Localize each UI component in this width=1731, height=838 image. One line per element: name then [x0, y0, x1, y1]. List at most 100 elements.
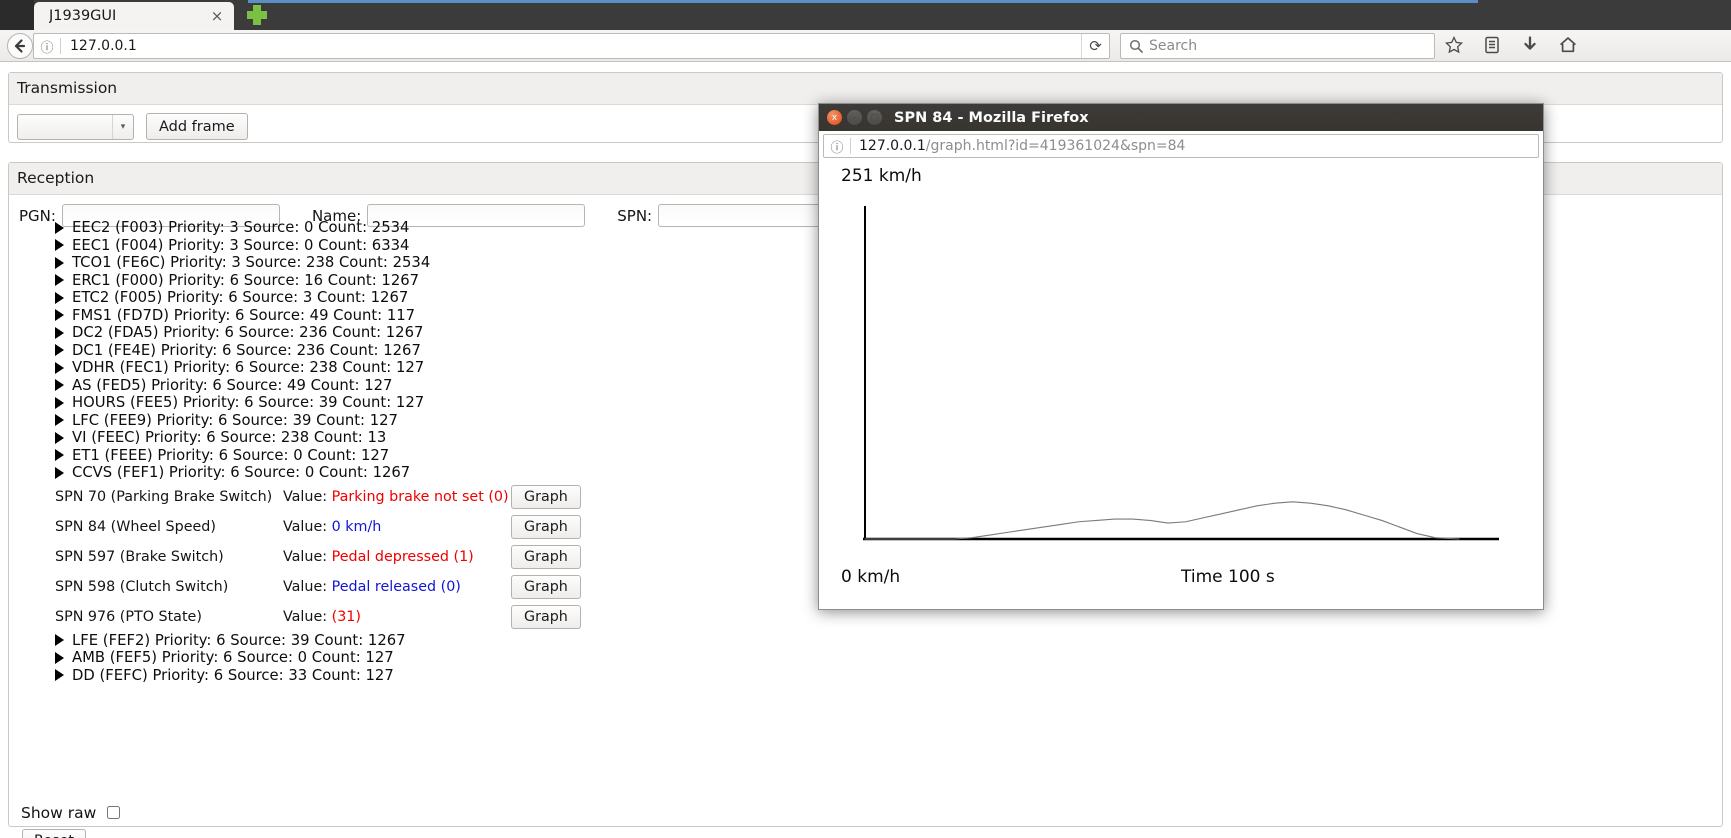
spn-name: SPN 70 (Parking Brake Switch) [55, 488, 273, 505]
pgn-tree-item[interactable]: LFE (FEF2) Priority: 6 Source: 39 Count:… [9, 632, 1722, 650]
triangle-right-icon[interactable] [55, 221, 64, 234]
triangle-right-icon[interactable] [55, 291, 64, 304]
graph-button[interactable]: Graph [511, 544, 581, 569]
pgn-tree-item-label: CCVS (FEF1) Priority: 6 Source: 0 Count:… [72, 464, 411, 482]
add-frame-button[interactable]: Add frame [146, 113, 248, 140]
spn-value-text: 0 km/h [331, 518, 382, 535]
graph-button[interactable]: Graph [511, 574, 581, 599]
triangle-right-icon[interactable] [55, 651, 64, 664]
triangle-right-icon[interactable] [55, 669, 64, 682]
spn-value-label: Value: [283, 578, 332, 595]
pgn-tree-item-label: FMS1 (FD7D) Priority: 6 Source: 49 Count… [72, 306, 416, 324]
graph-button[interactable]: Graph [511, 514, 581, 539]
downloads-icon[interactable] [1519, 34, 1541, 56]
triangle-right-icon[interactable] [55, 379, 64, 392]
triangle-right-icon[interactable] [55, 431, 64, 444]
spn-value: Value: Parking brake not set (0) [283, 489, 511, 505]
window-minimize-icon[interactable]: – [847, 110, 862, 125]
url-bar[interactable]: ⓘ 127.0.0.1 ⟳ [33, 33, 1110, 59]
library-icon[interactable] [1481, 34, 1503, 56]
bookmark-star-icon[interactable] [1443, 34, 1465, 56]
tab-j1939gui[interactable]: J1939GUI × [34, 2, 234, 30]
navigation-toolbar: ⓘ 127.0.0.1 ⟳ Search [0, 30, 1731, 62]
triangle-right-icon[interactable] [55, 466, 64, 479]
frame-select[interactable]: ▾ [17, 113, 134, 140]
pgn-tree-item-label: HOURS (FEE5) Priority: 6 Source: 39 Coun… [72, 394, 425, 412]
triangle-right-icon[interactable] [55, 361, 64, 374]
triangle-right-icon[interactable] [55, 326, 64, 339]
spn-name: SPN 976 (PTO State) [55, 608, 202, 625]
arrow-left-icon [14, 38, 26, 53]
spn-name: SPN 84 (Wheel Speed) [55, 518, 216, 535]
tabstrip-left-spacer [0, 0, 34, 30]
triangle-right-icon[interactable] [55, 309, 64, 322]
pgn-tree-item-label: VDHR (FEC1) Priority: 6 Source: 238 Coun… [72, 359, 425, 377]
popup-url-host: 127.0.0.1 [859, 138, 926, 154]
spn-value-label: Value: [283, 608, 332, 625]
search-placeholder: Search [1149, 38, 1198, 54]
pgn-tree-item-label: VI (FEEC) Priority: 6 Source: 238 Count:… [72, 429, 387, 447]
triangle-right-icon[interactable] [55, 239, 64, 252]
pgn-tree-item-label: AS (FED5) Priority: 6 Source: 49 Count: … [72, 376, 393, 394]
popup-identity-icon[interactable]: ⓘ [824, 137, 850, 156]
tabstrip-accent-bar [248, 0, 1478, 3]
pgn-tree-item-label: DD (FEFC) Priority: 6 Source: 33 Count: … [72, 666, 394, 684]
close-icon[interactable]: × [206, 5, 228, 27]
pgn-tree-item-label: ETC2 (F005) Priority: 6 Source: 3 Count:… [72, 289, 409, 307]
spn-value-text: Parking brake not set (0) [331, 488, 509, 505]
pgn-tree-item-label: LFC (FEE9) Priority: 6 Source: 39 Count:… [72, 411, 398, 429]
spn-name: SPN 598 (Clutch Switch) [55, 578, 229, 595]
window-maximize-icon[interactable]: □ [867, 110, 882, 125]
chevron-down-icon: ▾ [120, 121, 126, 132]
pgn-tree-item-label: EEC1 (F004) Priority: 3 Source: 0 Count:… [72, 236, 410, 254]
graph-ymin-label: 0 km/h [841, 567, 901, 587]
toolbar-icons [1443, 34, 1579, 56]
popup-titlebar[interactable]: x – □ SPN 84 - Mozilla Firefox [819, 104, 1543, 131]
pgn-tree-item[interactable]: AMB (FEF5) Priority: 6 Source: 0 Count: … [9, 649, 1722, 667]
pgn-tree-item-label: DC2 (FDA5) Priority: 6 Source: 236 Count… [72, 324, 424, 342]
graph-popup-window: x – □ SPN 84 - Mozilla Firefox ⓘ 127.0.0… [818, 103, 1544, 610]
show-raw-label: Show raw [21, 803, 97, 822]
transmission-legend: Transmission [9, 73, 1722, 105]
graph-page: 251 km/h 0 km/h Time 100 s [819, 161, 1543, 609]
triangle-right-icon[interactable] [55, 634, 64, 647]
show-raw-row: Show raw [21, 803, 123, 822]
speed-line-chart [863, 206, 1499, 541]
window-close-icon[interactable]: x [827, 110, 842, 125]
triangle-right-icon[interactable] [55, 449, 64, 462]
pgn-tree-item-label: AMB (FEF5) Priority: 6 Source: 0 Count: … [72, 649, 394, 667]
triangle-right-icon[interactable] [55, 414, 64, 427]
spn-value-text: (31) [331, 608, 361, 625]
url-text: 127.0.0.1 [70, 38, 137, 54]
graph-xaxis-label: Time 100 s [1181, 567, 1275, 587]
spn-value: Value: 0 km/h [283, 519, 511, 535]
search-bar[interactable]: Search [1120, 33, 1435, 59]
pgn-tree-item-label: LFE (FEF2) Priority: 6 Source: 39 Count:… [72, 631, 406, 649]
show-raw-checkbox[interactable] [107, 806, 121, 819]
spn-value: Value: Pedal depressed (1) [283, 549, 511, 565]
spn-value-label: Value: [283, 518, 332, 535]
reset-button[interactable]: Reset [22, 829, 86, 838]
back-button[interactable] [7, 32, 33, 59]
triangle-right-icon[interactable] [55, 396, 64, 409]
reload-icon[interactable]: ⟳ [1081, 34, 1109, 58]
popup-url-divider [850, 138, 851, 154]
new-tab-plus-icon[interactable] [246, 4, 268, 26]
triangle-right-icon[interactable] [55, 256, 64, 269]
popup-url-bar[interactable]: ⓘ 127.0.0.1/graph.html?id=419361024&spn=… [823, 134, 1539, 158]
pgn-tree-item-label: DC1 (FE4E) Priority: 6 Source: 236 Count… [72, 341, 421, 359]
spn-value-text: Pedal depressed (1) [331, 548, 474, 565]
popup-title: SPN 84 - Mozilla Firefox [894, 109, 1089, 126]
graph-button[interactable]: Graph [511, 484, 581, 509]
home-icon[interactable] [1557, 34, 1579, 56]
tab-strip: J1939GUI × [0, 0, 1731, 30]
identity-info-icon[interactable]: ⓘ [34, 37, 60, 56]
triangle-right-icon[interactable] [55, 344, 64, 357]
pgn-tree-bottom-group: LFE (FEF2) Priority: 6 Source: 39 Count:… [9, 632, 1722, 685]
graph-button[interactable]: Graph [511, 604, 581, 629]
spn-name: SPN 597 (Brake Switch) [55, 548, 224, 565]
pgn-tree-item[interactable]: DD (FEFC) Priority: 6 Source: 33 Count: … [9, 667, 1722, 685]
triangle-right-icon[interactable] [55, 274, 64, 287]
pgn-tree-item-label: ERC1 (F000) Priority: 6 Source: 16 Count… [72, 271, 420, 289]
spn-value-label: Value: [283, 548, 332, 565]
